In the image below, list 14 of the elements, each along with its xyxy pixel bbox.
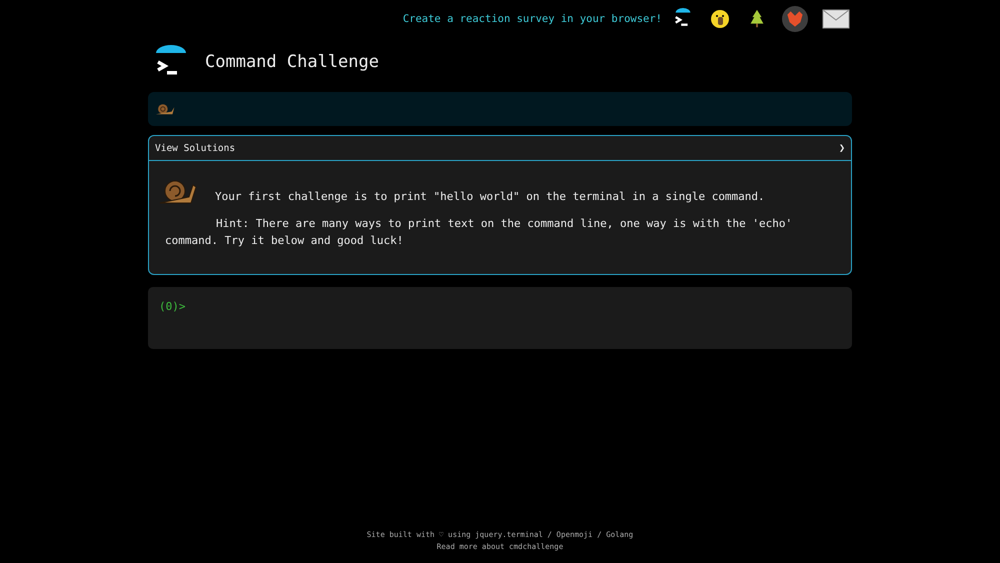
view-solutions-label: View Solutions xyxy=(155,142,236,154)
fox-icon[interactable] xyxy=(782,6,808,32)
snail-icon xyxy=(159,179,199,205)
mail-icon[interactable] xyxy=(822,9,850,29)
terminal-prompt: (0)> xyxy=(159,300,186,313)
site-title: Command Challenge xyxy=(205,52,379,72)
terminal[interactable]: (0)> xyxy=(148,287,852,349)
challenge-text: Hint: There are many ways to print text on the command line, one way is with the 'echo' command. Try it below and good luck! xyxy=(165,216,794,249)
snail-icon xyxy=(155,102,176,116)
survey-link[interactable]: Create a reaction survey in your browser! xyxy=(402,13,662,25)
challenge-text: Your first challenge is to print "hello world" on the terminal in a single command. xyxy=(215,189,765,205)
emoji-icon[interactable] xyxy=(708,7,732,31)
expand-toggle[interactable]: ❯ xyxy=(838,142,845,154)
view-solutions-header[interactable]: View Solutions ❯ xyxy=(149,136,851,161)
